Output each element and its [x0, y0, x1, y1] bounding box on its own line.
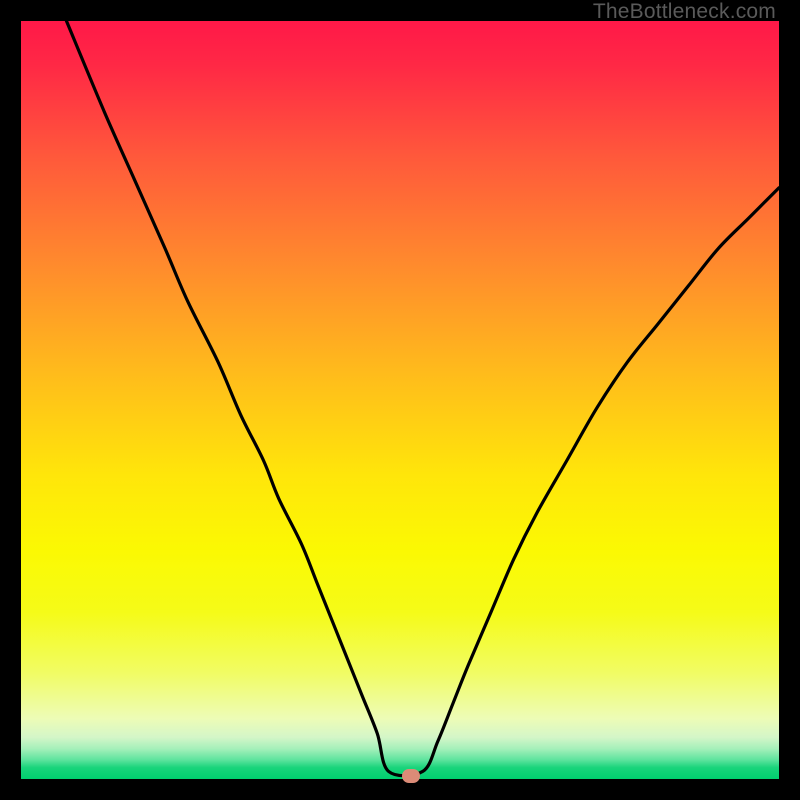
- chart-frame: TheBottleneck.com: [0, 0, 800, 800]
- bottleneck-curve-path: [66, 21, 779, 776]
- optimum-marker: [402, 769, 420, 783]
- plot-area: [21, 21, 779, 779]
- curve-svg: [21, 21, 779, 779]
